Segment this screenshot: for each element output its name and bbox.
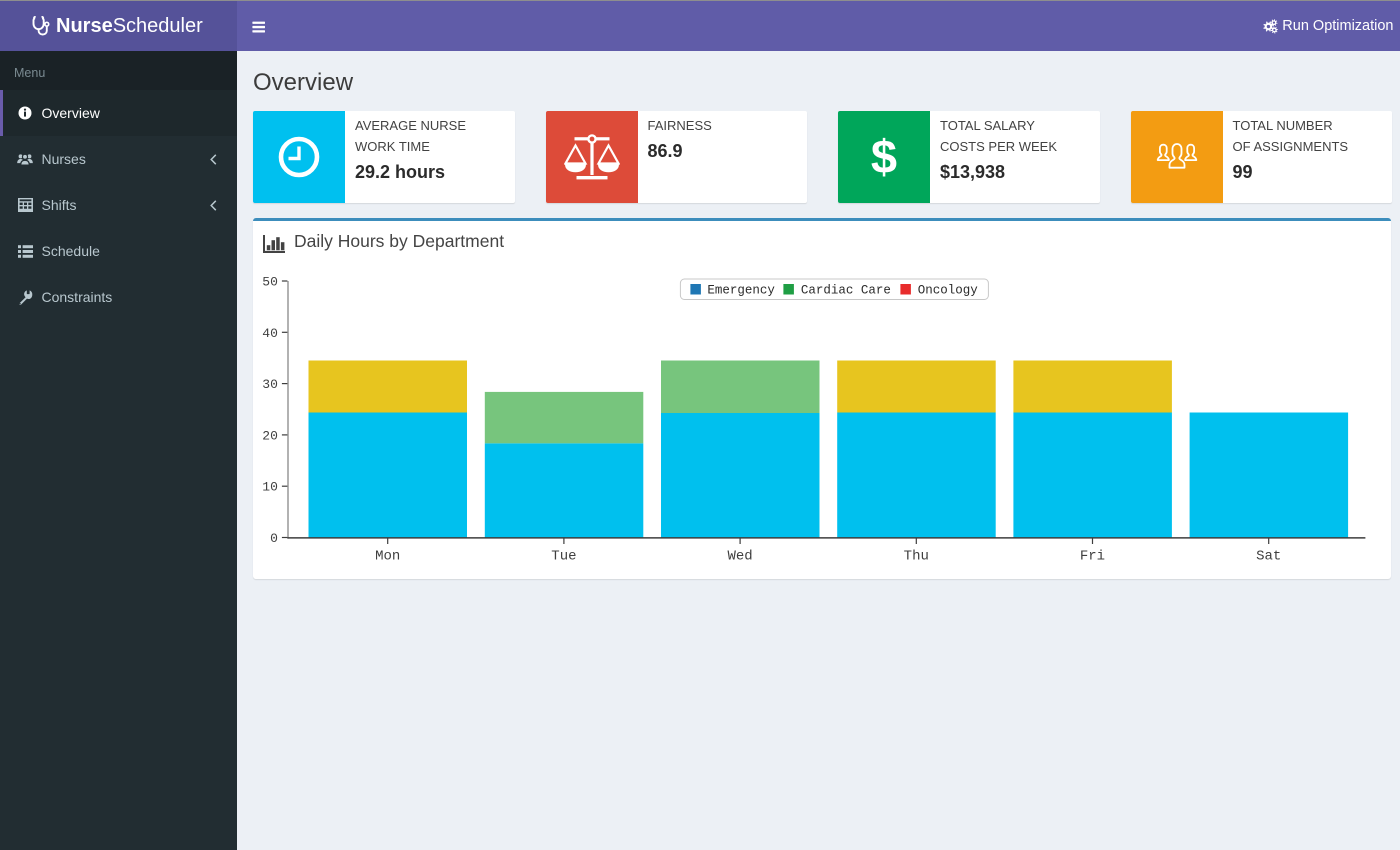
svg-text:Wed: Wed [727, 549, 752, 565]
svg-text:Thu: Thu [903, 549, 928, 565]
svg-text:Mon: Mon [375, 549, 400, 565]
svg-text:0: 0 [270, 531, 278, 546]
svg-text:Emergency: Emergency [707, 284, 775, 298]
svg-text:20: 20 [262, 428, 278, 443]
svg-text:Oncology: Oncology [917, 284, 978, 298]
svg-text:Cardiac Care: Cardiac Care [800, 284, 890, 298]
svg-text:40: 40 [262, 326, 278, 341]
svg-text:50: 50 [262, 275, 278, 290]
svg-text:10: 10 [262, 480, 278, 495]
svg-text:30: 30 [262, 377, 278, 392]
svg-text:Tue: Tue [551, 549, 576, 565]
svg-text:Sat: Sat [1256, 549, 1281, 565]
svg-text:Fri: Fri [1079, 549, 1104, 565]
